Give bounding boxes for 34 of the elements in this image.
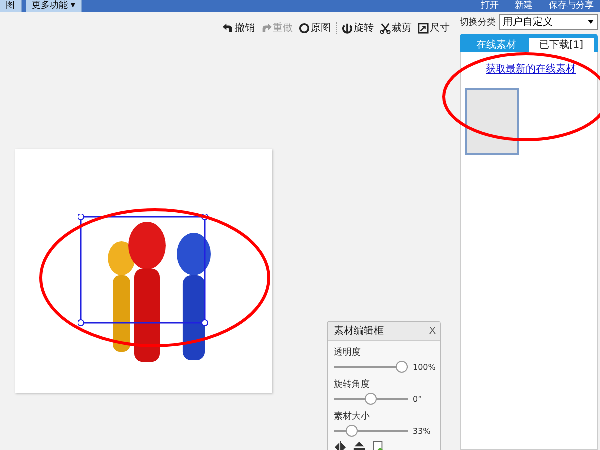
slider-label: 素材大小 bbox=[334, 410, 371, 423]
menu-action[interactable]: 打开 bbox=[475, 0, 505, 12]
redo-icon bbox=[261, 22, 272, 34]
menu-tab[interactable]: 图 bbox=[0, 0, 22, 12]
material-tab[interactable]: 已下载[1] bbox=[529, 38, 594, 52]
toolbar-button[interactable]: 撤销 bbox=[222, 21, 256, 35]
toolbar-button[interactable]: 旋转 bbox=[341, 21, 375, 35]
category-dropdown[interactable]: 用户自定义 bbox=[499, 14, 598, 30]
slider-thumb[interactable] bbox=[346, 425, 358, 437]
slider-label: 旋转角度 bbox=[334, 378, 371, 391]
resize-icon bbox=[418, 22, 429, 34]
menu-action[interactable]: 新建 bbox=[509, 0, 539, 12]
material-thumbnail[interactable] bbox=[465, 88, 519, 155]
circle-icon bbox=[299, 22, 310, 34]
panel-title: 素材编辑框 bbox=[334, 324, 384, 338]
slider-thumb[interactable] bbox=[396, 361, 408, 373]
close-button[interactable]: X bbox=[429, 326, 436, 336]
toolbar-button[interactable]: 原图 bbox=[298, 21, 332, 35]
slider-value: 100% bbox=[413, 362, 436, 372]
selection-frame[interactable] bbox=[78, 214, 208, 326]
menu-action[interactable]: 保存与分享 bbox=[543, 0, 600, 12]
slider-label: 透明度 bbox=[334, 346, 362, 359]
toolbar-button[interactable]: 裁剪 bbox=[379, 21, 413, 35]
get-materials-link[interactable]: 获取最新的在线素材 bbox=[465, 62, 597, 76]
undo-icon bbox=[223, 22, 234, 34]
slider-value: 0° bbox=[413, 394, 422, 404]
toolbar-button[interactable]: 尺寸 bbox=[417, 21, 451, 35]
caret-icon bbox=[588, 20, 594, 24]
category-label: 切换分类 bbox=[460, 16, 496, 28]
scissors-icon bbox=[380, 22, 391, 34]
rotate-icon bbox=[342, 22, 353, 34]
slider-value: 33% bbox=[413, 426, 431, 436]
slider-thumb[interactable] bbox=[365, 393, 377, 405]
menu-tab[interactable]: 更多功能 ▾ bbox=[26, 0, 82, 12]
